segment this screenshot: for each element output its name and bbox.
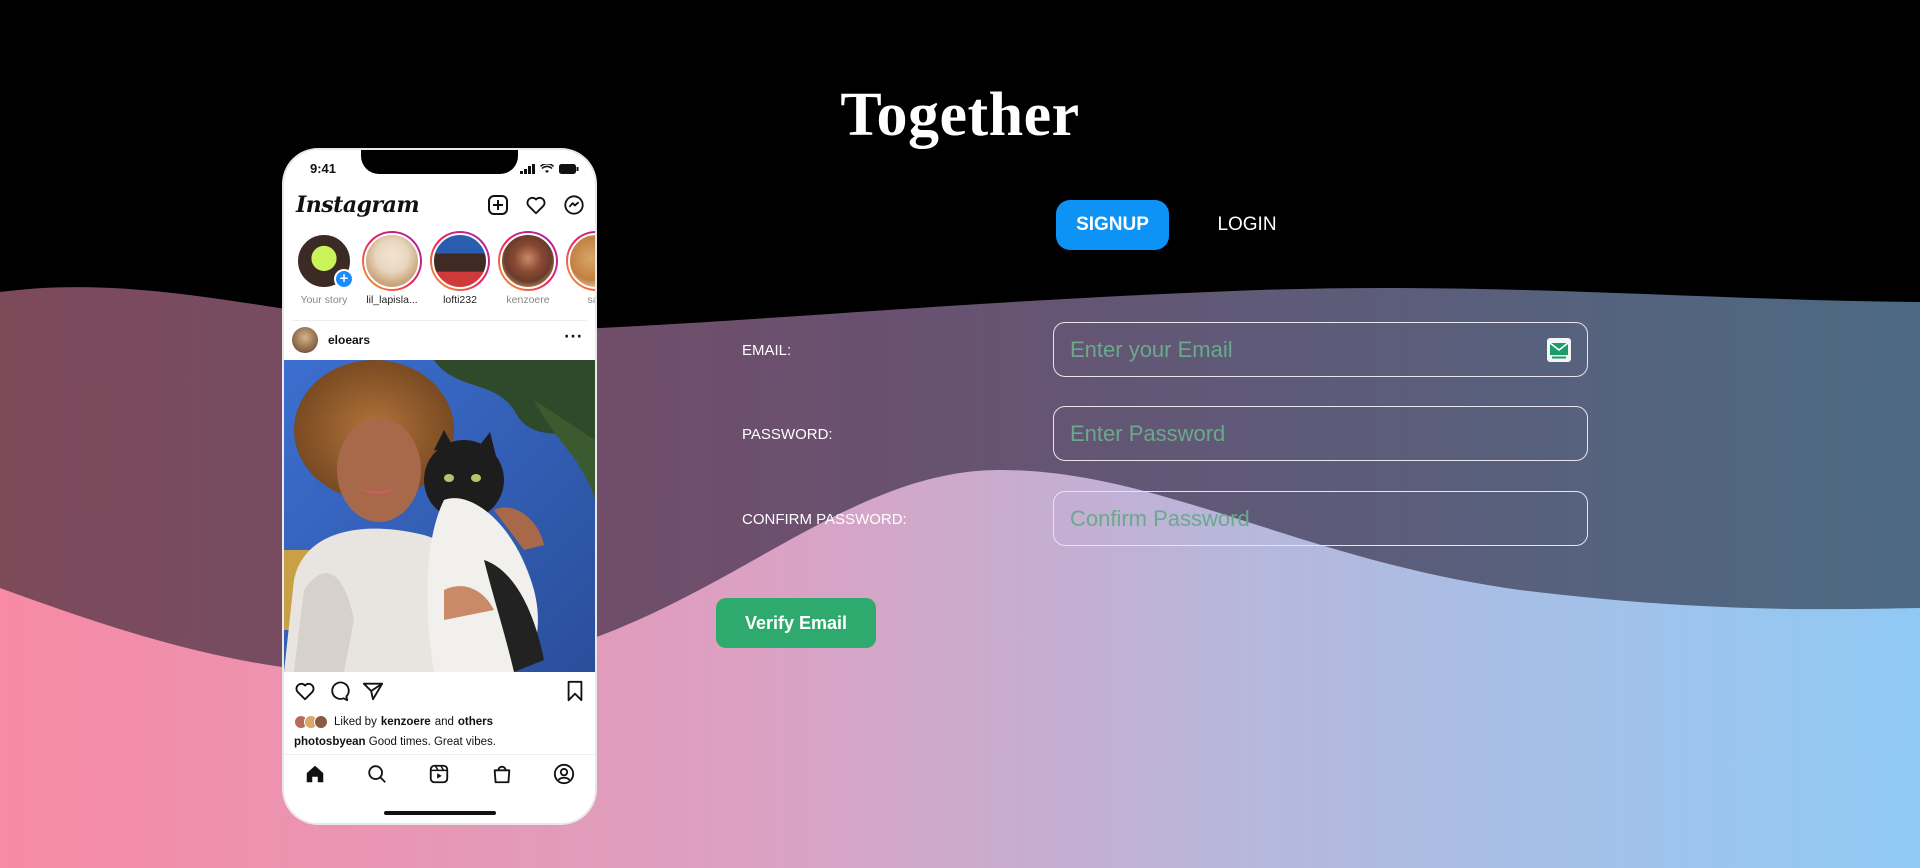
messenger-icon: [564, 195, 584, 215]
wifi-icon: [540, 164, 554, 173]
stories-row: + Your story lil_lapisla... lofti232 ken…: [294, 231, 595, 306]
post-actions-right: [565, 680, 585, 706]
status-time: 9:41: [310, 161, 337, 176]
email-field[interactable]: [1054, 323, 1587, 376]
avatar: [500, 233, 556, 289]
page-title: Together: [840, 80, 1080, 149]
likes-user: kenzoere: [380, 716, 431, 728]
story-item: lofti232: [430, 231, 490, 306]
avatar: [364, 233, 420, 289]
tab-signup[interactable]: SIGNUP: [1056, 200, 1169, 250]
story-name: lofti232: [443, 294, 477, 306]
like-avatars: [294, 715, 328, 729]
likes-line: Liked by kenzoere and others: [294, 715, 493, 729]
email-field-wrapper: [1053, 322, 1588, 377]
tab-login[interactable]: LOGIN: [1190, 200, 1304, 250]
verify-email-button[interactable]: Verify Email: [716, 598, 876, 648]
confirm-password-label: CONFIRM PASSWORD:: [742, 511, 907, 528]
profile-icon[interactable]: [553, 763, 575, 785]
post-photo: [284, 360, 595, 672]
post-username: eloears: [328, 333, 371, 347]
story-item: lil_lapisla...: [362, 231, 422, 306]
story-name: kenzoere: [506, 294, 550, 306]
story-ring: [362, 231, 422, 291]
story-ring: [498, 231, 558, 291]
story-ring: [430, 231, 490, 291]
status-bar: 9:41: [284, 160, 595, 180]
search-icon[interactable]: [366, 763, 388, 785]
home-indicator: [384, 811, 496, 815]
password-field-wrapper: [1053, 406, 1588, 461]
likes-and: and: [434, 716, 454, 728]
email-label: EMAIL:: [742, 342, 792, 359]
ig-header: Instagram: [284, 188, 595, 222]
add-story-icon: +: [334, 269, 354, 289]
story-own: + Your story: [294, 231, 354, 306]
confirm-password-field-wrapper: [1053, 491, 1588, 546]
avatar: [314, 715, 328, 729]
likes-others: others: [457, 716, 494, 728]
password-label: PASSWORD:: [742, 426, 833, 443]
battery-icon: [559, 164, 579, 174]
post-actions: [294, 680, 585, 706]
shop-icon[interactable]: [491, 763, 513, 785]
password-field[interactable]: [1054, 407, 1587, 460]
story-name: lil_lapisla...: [366, 294, 418, 306]
confirm-password-field[interactable]: [1054, 492, 1587, 545]
avatar: [568, 233, 595, 289]
caption-user: photosbyean: [294, 736, 366, 748]
add-post-icon: [488, 195, 508, 215]
ig-header-actions: [487, 194, 585, 216]
reels-icon[interactable]: [428, 763, 450, 785]
heart-icon: [526, 196, 546, 215]
signal-icon: [520, 164, 535, 174]
post-actions-left: [294, 680, 384, 702]
story-ring: +: [294, 231, 354, 291]
story-name: Your story: [300, 294, 348, 306]
story-item: kenzoere: [498, 231, 558, 306]
avatar: [432, 233, 488, 289]
story-ring: [566, 231, 595, 291]
home-icon[interactable]: [304, 763, 326, 785]
phone-mockup: 9:41 Instagram + Your story lil_lapisla.…: [284, 150, 595, 823]
bookmark-icon[interactable]: [565, 680, 585, 702]
comment-icon[interactable]: [328, 680, 350, 702]
more-options-icon: ···: [564, 329, 583, 345]
instagram-logo: Instagram: [296, 192, 420, 218]
post-header: eloears ···: [292, 320, 587, 353]
caption-text: Good times. Great vibes.: [368, 736, 496, 748]
status-icons: [520, 164, 579, 174]
like-icon[interactable]: [294, 680, 316, 702]
likes-prefix: Liked by: [334, 716, 377, 728]
share-icon[interactable]: [362, 680, 384, 702]
avatar: [292, 327, 318, 353]
bottom-nav: [284, 754, 595, 793]
mail-icon: [1547, 338, 1571, 362]
story-name: sap: [587, 294, 595, 306]
story-item: sap: [566, 231, 595, 306]
post-caption: photosbyean Good times. Great vibes.: [294, 736, 496, 748]
